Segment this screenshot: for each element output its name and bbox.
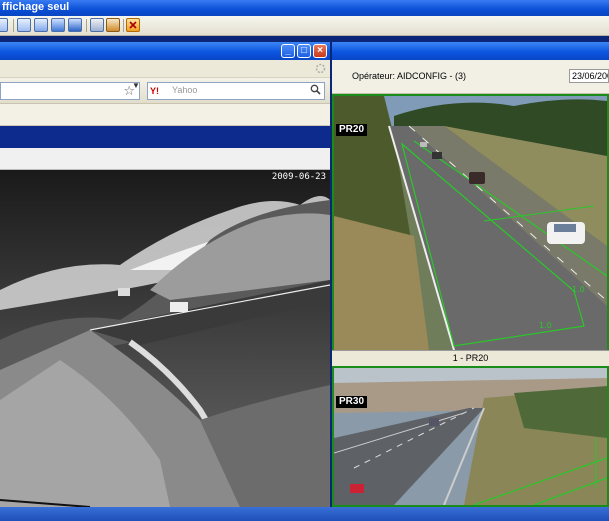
operator-label: Opérateur: AIDCONFIG - (3) [352,71,467,81]
camera-label-pr20: PR20 [336,124,368,136]
throbber-icon [315,63,326,74]
page-subheader-band [0,148,330,170]
date-field: 23/06/2009 [569,69,609,83]
search-placeholder: Yahoo [172,85,198,95]
search-icon[interactable] [310,84,321,95]
browser-nav-bar: ☆ ▼ Y! Yahoo [0,78,330,104]
camera-view-pr30[interactable]: PR30 [332,366,609,507]
tools-icon[interactable] [106,18,120,32]
minimize-button[interactable]: _ [281,44,295,58]
camera-label-pr30: PR30 [336,396,368,408]
camera-image-pr20: 1.0 1.0 [334,96,607,350]
browser-title-bar[interactable]: _ □ × [0,42,330,60]
yahoo-logo[interactable]: Y! [150,85,170,97]
taskbar [0,507,609,521]
url-dropdown-icon[interactable]: ▼ [132,81,140,90]
browser-menu-bar [0,60,330,78]
camera-view-pr20[interactable]: 1.0 1.0 PR20 [332,94,609,352]
monitoring-title-bar[interactable] [332,42,609,60]
toolbar-separator [86,19,87,32]
camera-image-bw [0,170,330,507]
config-icon[interactable] [90,18,104,32]
svg-text:1.0: 1.0 [572,285,585,294]
main-window-title-bar[interactable]: ffichage seul [0,0,609,16]
main-window-title: ffichage seul [2,1,70,13]
camera-image-pr30 [334,368,607,505]
page-header-band [0,126,330,148]
camera-view-left[interactable]: 2009-06-23 [0,170,330,507]
camera-caption-pr20: 1 - PR20 [332,350,609,364]
monitoring-window: Opérateur: AIDCONFIG - (3) 23/06/2009 1.… [332,42,609,507]
url-input[interactable]: ☆ [0,82,140,100]
main-toolbar [0,16,609,36]
browser-window: _ □ × ☆ ▼ Y! Yahoo 2009-06-23 [0,42,330,507]
camera-timestamp: 2009-06-23 [271,172,326,182]
quad-view-icon[interactable] [34,18,48,32]
operator-info-bar: Opérateur: AIDCONFIG - (3) 23/06/2009 [332,60,609,94]
single-view-icon[interactable] [17,18,31,32]
toolbar-separator [13,19,14,32]
grid-view-icon[interactable] [51,18,65,32]
multi-view-icon[interactable] [68,18,82,32]
maximize-button[interactable]: □ [297,44,311,58]
browser-tab-bar [0,104,330,126]
search-input[interactable]: Y! Yahoo [147,82,325,100]
close-button[interactable]: × [313,44,327,58]
monitor-icon[interactable] [0,18,8,32]
svg-text:1.0: 1.0 [539,321,552,330]
close-view-icon[interactable] [126,18,140,32]
toolbar-separator [123,19,124,32]
